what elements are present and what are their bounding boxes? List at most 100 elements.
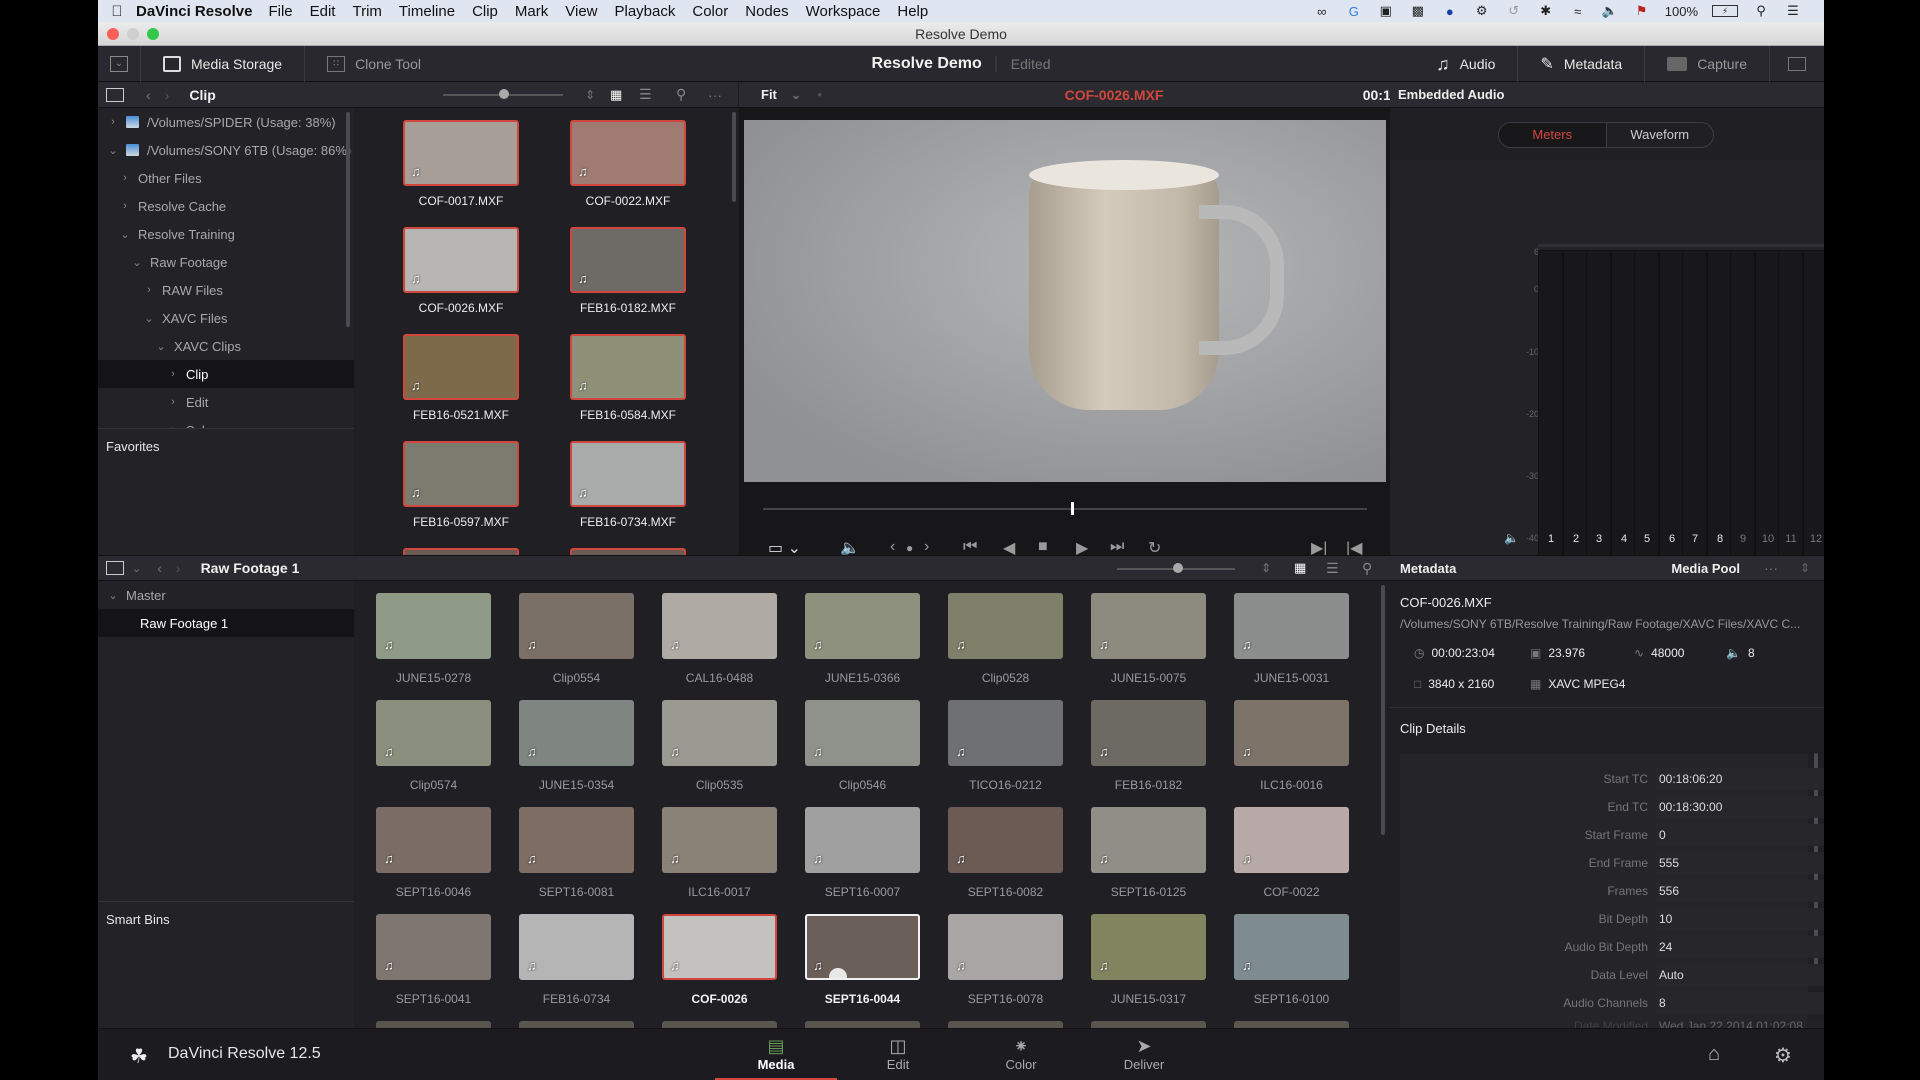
menu-file[interactable]: File [268,3,292,20]
tree-item[interactable]: ⌄ XAVC Clips [98,332,354,360]
file-grid-scrollbar[interactable] [732,112,736,202]
clip-thumbnail-partial[interactable] [1091,1021,1206,1028]
page-edit[interactable]: ◫ Edit [837,1029,959,1080]
close-window-button[interactable] [107,28,119,40]
tool-icon[interactable]: ⚙ [1473,3,1491,19]
clip-thumbnail[interactable]: ♫ ILC16-0016 [1234,700,1349,792]
battery-icon[interactable]: ⚡ [1712,5,1738,17]
chevron-down-icon[interactable]: ⌄ [142,312,156,325]
clip-thumbnail[interactable]: ♫ SEPT16-0100 [1234,914,1349,1006]
chevron-right-icon[interactable]: › [166,368,180,380]
tree-item[interactable]: ⌄ Raw Footage [98,248,354,276]
search-icon[interactable]: ⚲ [676,86,686,103]
clip-thumbnail[interactable]: ♫ SEPT16-0044 [805,914,920,1006]
clip-thumbnail-partial[interactable] [948,1021,1063,1028]
menu-nodes[interactable]: Nodes [745,3,788,20]
clip-thumbnail[interactable]: ♫ SEPT16-0081 [519,807,634,899]
list-view-icon[interactable]: ☰ [1326,560,1339,577]
clip-thumbnail[interactable]: ♫ SEPT16-0046 [376,807,491,899]
clip-thumbnail[interactable]: ♫ COF-0026 [662,914,777,1006]
clip-thumbnail[interactable]: ♫ JUNE15-0031 [1234,593,1349,685]
clip-thumbnail[interactable]: ♫ SEPT16-0007 [805,807,920,899]
viewer-zoom-dropdown[interactable]: Fit ⌄ [761,87,801,103]
bin-raw-footage-1[interactable]: Raw Footage 1 [98,609,354,637]
home-icon[interactable]: ⌂ [1708,1043,1720,1066]
stop-icon[interactable]: ■ [1038,538,1048,556]
menu-trim[interactable]: Trim [352,3,381,20]
tree-item[interactable]: ⌄ XAVC Files [98,304,354,332]
notification-center-icon[interactable]: ☰ [1784,3,1802,19]
fullscreen-viewer-button[interactable] [1770,46,1824,82]
thumbnail-size-slider[interactable] [443,89,563,99]
clip-thumbnail[interactable]: ♫ JUNE15-0354 [519,700,634,792]
clip-thumbnail[interactable]: ♫ JUNE15-0278 [376,593,491,685]
sort-icon[interactable]: ⇕ [585,88,595,102]
file-thumbnail[interactable]: ♫ FEB16-0521.MXF [403,334,519,422]
field-value[interactable]: Auto [1656,964,1824,986]
menu-clip[interactable]: Clip [472,3,498,20]
clip-thumbnail[interactable]: ♫ TICO16-0212 [948,700,1063,792]
clip-thumbnail-partial[interactable] [805,1021,920,1028]
file-thumbnail[interactable]: ♫ COF-0022.MXF [570,120,686,208]
settings-gear-icon[interactable]: ⚙ [1774,1043,1792,1068]
tree-item[interactable]: › Resolve Cache [98,192,354,220]
clip-thumbnail[interactable]: ♫ Clip0574 [376,700,491,792]
menu-edit[interactable]: Edit [310,3,336,20]
app-tray-icon[interactable]: ▩ [1409,3,1427,19]
menu-view[interactable]: View [565,3,597,20]
clip-thumbnail[interactable]: ♫ SEPT16-0041 [376,914,491,1006]
field-value[interactable]: 10 [1656,908,1824,930]
page-deliver[interactable]: ➤ Deliver [1083,1029,1205,1080]
file-thumbnail[interactable]: ♫ COF-0026.MXF [403,227,519,315]
clip-thumbnail[interactable]: ♫ Clip0528 [948,593,1063,685]
page-color[interactable]: ⁕ Color [960,1029,1082,1080]
tab-waveform[interactable]: Waveform [1607,123,1714,147]
grid-view-icon[interactable]: ▦ [610,87,622,103]
capture-button[interactable]: Capture [1645,46,1770,82]
clip-thumbnail[interactable]: ♫ JUNE15-0075 [1091,593,1206,685]
file-thumbnail[interactable]: ♫ FEB16-0182.MXF [570,227,686,315]
file-thumbnail[interactable]: ♫ FEB16-0584.MXF [570,334,686,422]
go-to-end-icon[interactable]: ⏭ [1110,538,1124,556]
slider-knob[interactable] [1173,563,1183,573]
field-value[interactable]: 24 [1656,936,1824,958]
field-value[interactable]: 556 [1656,880,1824,902]
menu-help[interactable]: Help [897,3,928,20]
menu-timeline[interactable]: Timeline [399,3,455,20]
file-thumbnail[interactable]: ♫ FEB16-0734.MXF [570,441,686,529]
grammarly-icon[interactable]: G [1345,3,1363,19]
sidebar-toggle-icon[interactable] [106,87,124,102]
clip-thumbnail[interactable]: ♫ FEB16-0734 [519,914,634,1006]
clip-thumbnail[interactable]: ♫ SEPT16-0078 [948,914,1063,1006]
tab-meters[interactable]: Meters [1499,123,1607,147]
chevron-right-icon[interactable]: › [106,116,120,128]
field-value[interactable]: 00:18:06:20 [1656,768,1824,790]
field-value[interactable]: 0 [1656,824,1824,846]
playhead[interactable] [1071,502,1075,515]
chevron-down-icon[interactable]: ⌄ [132,562,141,575]
clip-thumbnail[interactable]: ♫ ILC16-0017 [662,807,777,899]
clip-thumbnail[interactable]: ♫ Clip0535 [662,700,777,792]
chevron-right-icon[interactable]: › [118,200,132,212]
time-machine-icon[interactable]: ↺ [1505,3,1523,19]
forward-arrow-icon[interactable]: › [176,560,181,576]
camera-icon[interactable]: ▣ [1377,3,1395,19]
clip-thumbnail-partial[interactable] [662,1021,777,1028]
audio-button[interactable]: ♫ Audio [1414,46,1519,82]
speaker-icon[interactable]: 🔈 [1504,531,1519,545]
page-media[interactable]: ▤ Media [715,1029,837,1080]
bin-list-toggle-icon[interactable] [106,561,124,575]
clone-tool-button[interactable]: ∷ Clone Tool [305,46,443,82]
jog-next-icon[interactable]: › [924,538,929,556]
chevron-down-icon[interactable]: ⌄ [154,340,168,353]
clip-thumbnail[interactable]: ♫ SEPT16-0125 [1091,807,1206,899]
clip-thumbnail-partial[interactable] [376,1021,491,1028]
chevron-right-icon[interactable]: › [142,284,156,296]
tree-item[interactable]: › Other Files [98,164,354,192]
flag-icon[interactable]: ⚑ [1633,3,1651,19]
chevron-down-icon[interactable]: ⌄ [118,228,132,241]
spotlight-icon[interactable]: ⚲ [1752,3,1770,19]
scrub-handle[interactable] [829,968,847,978]
blue-dot-icon[interactable]: ● [1441,3,1459,19]
file-thumbnail[interactable]: ♫ FEB16-0597.MXF [403,441,519,529]
